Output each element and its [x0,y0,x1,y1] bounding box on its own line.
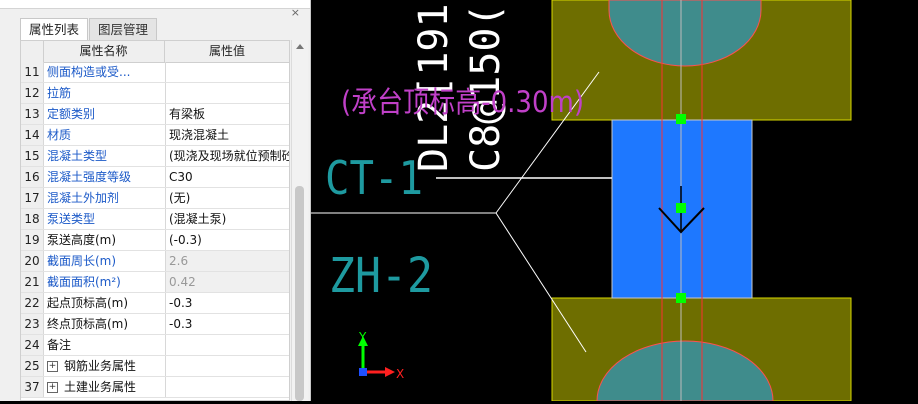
panel-tabs: 属性列表 图层管理 [20,18,158,40]
panel-left-strip [0,40,20,401]
property-row[interactable]: 11 侧面构造或受... [21,62,289,83]
row-number: 23 [21,314,44,334]
property-name: + 土建业务属性 [47,377,163,397]
property-row[interactable]: 13 定额类别 有梁板 [21,104,289,125]
cap-elevation-note: (承台顶标高-0.30m) [341,85,584,119]
row-number: 16 [21,167,44,187]
grid-header: 属性名称 属性值 [21,41,289,63]
property-value[interactable]: -0.3 [165,314,289,334]
property-name: 混凝土类型 [47,149,108,163]
row-number: 11 [21,62,44,82]
tab-property-list[interactable]: 属性列表 [20,18,89,40]
leader-line-lower [495,212,587,353]
scrollbar-thumb[interactable] [295,186,304,401]
row-number: 20 [21,251,44,271]
row-number: 14 [21,125,44,145]
property-value[interactable] [165,356,289,376]
property-value[interactable]: (混凝土泵) [165,209,289,229]
property-name: 拉筋 [47,86,72,100]
label-ct: CT-1 [325,151,423,205]
property-row[interactable]: 17 混凝土外加剂 (无) [21,188,289,209]
properties-panel: × 属性列表 图层管理 属性名称 属性值 11 侧面构造或受... 12 拉筋 13 定额… [0,0,311,401]
ucs-x-label: X [396,367,404,381]
property-row[interactable]: 14 材质 现浇混凝土 [21,125,289,146]
property-name: 截面周长(m) [47,254,117,268]
row-number: 15 [21,146,44,166]
row-number: 18 [21,209,44,229]
grip-point-middle[interactable] [676,203,686,213]
row-number: 13 [21,104,44,124]
expand-plus-icon[interactable]: + [47,361,58,372]
cad-canvas[interactable]: DL2[191 C8@150( (承台顶标高-0.30m) CT-1 ZH-2 … [311,0,918,402]
property-value[interactable]: 现浇混凝土 [165,125,289,145]
property-row[interactable]: 19 泵送高度(m) (-0.3) [21,230,289,251]
property-name: 备注 [47,338,72,352]
header-index [21,41,44,62]
property-name: 定额类别 [47,107,96,121]
tab-layer-manager[interactable]: 图层管理 [89,18,158,40]
property-value[interactable]: 2.6 [165,251,289,271]
property-name: 截面面积(m²) [47,275,121,289]
property-row[interactable]: 21 截面面积(m²) 0.42 [21,272,289,293]
property-value[interactable]: (-0.3) [165,230,289,250]
property-name: 混凝土强度等级 [47,170,132,184]
row-number: 21 [21,272,44,292]
property-name-text: 钢筋业务属性 [64,359,137,373]
property-value[interactable]: -0.3 [165,293,289,313]
grip-point-bottom[interactable] [676,293,686,303]
property-row[interactable]: 23 终点顶标高(m) -0.3 [21,314,289,335]
property-value[interactable]: (无) [165,188,289,208]
property-name: 泵送类型 [47,212,96,226]
property-name: + 钢筋业务属性 [47,356,163,376]
property-row[interactable]: 15 混凝土类型 (现浇及现场就位预制砼) [21,146,289,167]
close-icon[interactable]: × [291,7,300,19]
header-name: 属性名称 [43,41,165,62]
property-row[interactable]: 24 备注 [21,335,289,356]
row-number: 24 [21,335,44,355]
row-number: 25 [21,356,44,376]
panel-top-bar [0,0,310,9]
scroll-up-arrow-icon[interactable] [296,44,304,49]
property-row[interactable]: 25 + 钢筋业务属性 [21,356,289,377]
ucs-y-label: Y [358,330,367,344]
property-row[interactable]: 12 拉筋 [21,83,289,104]
property-value[interactable]: C30 [165,167,289,187]
row-number: 19 [21,230,44,250]
ucs-origin-icon [359,368,367,376]
row-number: 12 [21,83,44,103]
property-value[interactable] [165,335,289,355]
property-row[interactable]: 20 截面周长(m) 2.6 [21,251,289,272]
property-name: 起点顶标高(m) [47,296,129,310]
grip-point-top[interactable] [676,114,686,124]
label-zh: ZH-2 [329,248,433,304]
expand-plus-icon[interactable]: + [47,382,58,393]
row-number: 17 [21,188,44,208]
property-name: 材质 [47,128,72,142]
row-number: 22 [21,293,44,313]
property-value[interactable] [165,83,289,103]
property-name: 混凝土外加剂 [47,191,120,205]
vertical-scrollbar[interactable] [291,40,308,401]
property-value[interactable] [165,62,289,82]
property-row[interactable]: 37 + 土建业务属性 [21,377,289,398]
property-value[interactable]: 有梁板 [165,104,289,124]
property-grid: 属性名称 属性值 11 侧面构造或受... 12 拉筋 13 定额类别 有梁板 14 材质 现浇混… [20,40,290,401]
property-value[interactable]: 0.42 [165,272,289,292]
property-row[interactable]: 22 起点顶标高(m) -0.3 [21,293,289,314]
property-name: 泵送高度(m) [47,233,117,247]
property-name-text: 土建业务属性 [64,380,137,394]
header-value: 属性值 [208,44,245,58]
property-row[interactable]: 18 泵送类型 (混凝土泵) [21,209,289,230]
ucs-x-arrow-icon [385,367,395,377]
property-name: 终点顶标高(m) [47,317,129,331]
row-number: 37 [21,377,44,397]
cad-drawing: DL2[191 C8@150( (承台顶标高-0.30m) CT-1 ZH-2 … [311,0,852,402]
property-row[interactable]: 16 混凝土强度等级 C30 [21,167,289,188]
property-name: 侧面构造或受... [47,65,131,79]
property-value[interactable]: (现浇及现场就位预制砼) [165,146,289,166]
property-value[interactable] [165,377,289,397]
